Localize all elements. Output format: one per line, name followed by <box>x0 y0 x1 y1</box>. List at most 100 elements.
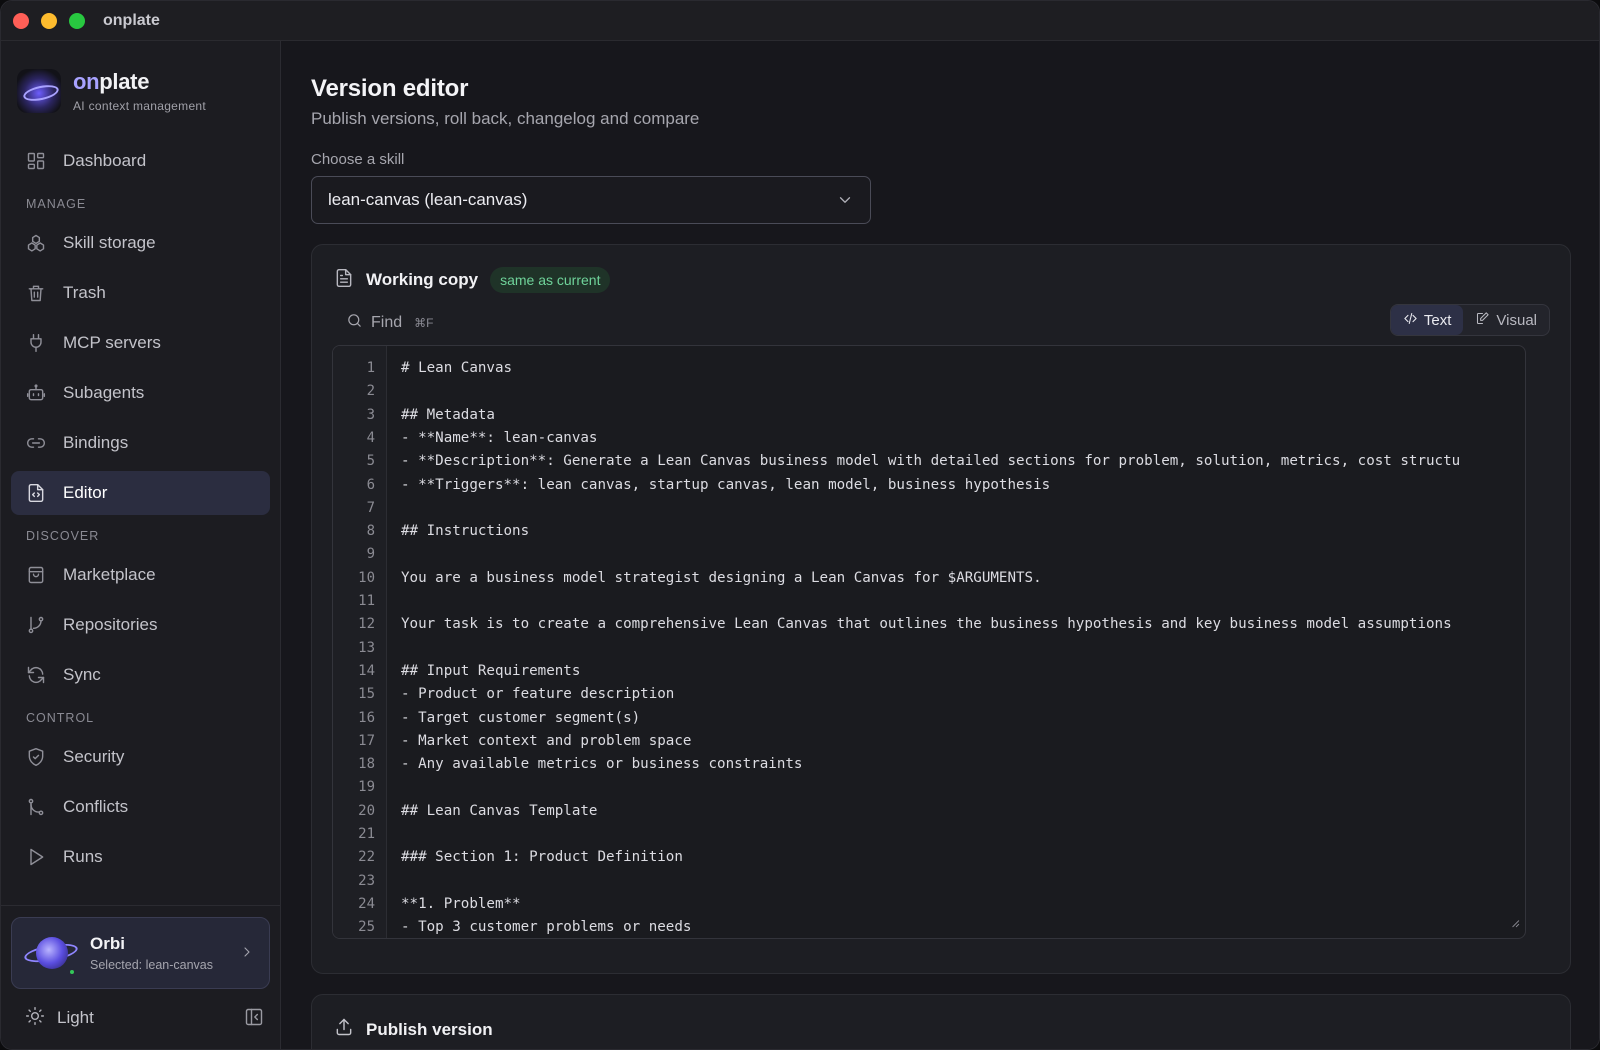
chevron-right-icon <box>239 944 255 965</box>
skill-select[interactable]: lean-canvas (lean-canvas) <box>311 176 871 224</box>
sidebar-item-conflicts[interactable]: Conflicts <box>11 785 270 829</box>
sidebar-item-label: Editor <box>63 483 108 502</box>
bot-icon <box>25 382 47 404</box>
code-line: **1. Problem** <box>401 895 521 912</box>
line-number: 19 <box>358 779 375 796</box>
onplate-logo-icon <box>17 69 61 113</box>
window-title: onplate <box>103 11 160 29</box>
sidebar-item-security[interactable]: Security <box>11 735 270 779</box>
dashboard-icon <box>25 150 47 172</box>
sidebar-divider <box>1 905 280 906</box>
close-window-button[interactable] <box>13 12 29 29</box>
sidebar-item-sync[interactable]: Sync <box>11 653 270 697</box>
line-number: 14 <box>358 662 375 679</box>
line-number: 2 <box>366 383 375 400</box>
working-copy-title: Working copy <box>366 270 479 289</box>
sidebar-item-runs[interactable]: Runs <box>11 835 270 879</box>
window-controls <box>13 12 85 29</box>
sidebar-item-editor[interactable]: Editor <box>11 471 270 515</box>
page-title: Version editor <box>311 75 469 102</box>
sidebar-item-label: Runs <box>63 847 103 866</box>
section-label-control: CONTROL <box>26 711 95 725</box>
line-number: 1 <box>366 360 375 376</box>
line-number: 15 <box>358 686 375 703</box>
line-number: 24 <box>358 895 375 912</box>
code-line: - **Description**: Generate a Lean Canva… <box>401 453 1461 470</box>
sidebar-item-label: Marketplace <box>63 565 156 584</box>
publish-version-title: Publish version <box>366 1019 493 1039</box>
sidebar-item-subagents[interactable]: Subagents <box>11 371 270 415</box>
theme-toggle[interactable]: Light <box>25 1001 264 1035</box>
sidebar-item-label: Security <box>63 747 125 766</box>
play-icon <box>25 846 47 868</box>
line-number: 20 <box>358 802 375 819</box>
working-copy-card: Working copy same as current Find ⌘F Tex… <box>311 244 1571 974</box>
link-icon <box>25 432 47 454</box>
code-line: - **Name**: lean-canvas <box>401 429 598 446</box>
sidebar: onplate AI context management Dashboard … <box>1 41 281 1049</box>
line-number: 22 <box>358 849 375 866</box>
line-number: 8 <box>366 523 375 540</box>
sidebar-item-mcp-servers[interactable]: MCP servers <box>11 321 270 365</box>
line-number: 4 <box>366 429 375 446</box>
brand-name-suffix: plate <box>99 69 150 94</box>
text-mode-label: Text <box>1423 311 1452 329</box>
skill-select-label: Choose a skill <box>311 151 405 168</box>
sidebar-item-bindings[interactable]: Bindings <box>11 421 270 465</box>
visual-mode-button[interactable]: Visual <box>1463 305 1549 335</box>
orbi-selected-skill: Selected: lean-canvas <box>90 958 213 972</box>
editor-mode-toggle: Text Visual <box>1389 304 1550 336</box>
main-content: Version editor Publish versions, roll ba… <box>281 41 1599 1049</box>
sidebar-item-marketplace[interactable]: Marketplace <box>11 553 270 597</box>
orbi-assistant-card[interactable]: Orbi Selected: lean-canvas <box>11 917 270 989</box>
edit-icon <box>1475 311 1490 330</box>
line-number: 7 <box>366 499 375 516</box>
line-number: 18 <box>358 756 375 773</box>
sidebar-item-label: Skill storage <box>63 233 156 252</box>
find-label: Find <box>371 314 403 331</box>
section-label-discover: DISCOVER <box>26 529 100 543</box>
sidebar-item-label: Conflicts <box>63 797 129 816</box>
find-shortcut: ⌘F <box>414 316 434 330</box>
status-badge: same as current <box>490 267 611 293</box>
title-bar: onplate <box>1 1 1599 41</box>
publish-version-header[interactable]: Publish version <box>334 1017 493 1042</box>
code-line: Your task is to create a comprehensive L… <box>401 616 1452 633</box>
code-editor[interactable]: 1 2 3 4 5 6 7 8 9 10 11 12 13 14 15 16 17 18 19 20 21 22 23 24 2… <box>332 345 1526 939</box>
line-number-gutter: 1 2 3 4 5 6 7 8 9 10 11 12 13 14 15 16 17 18 19 20 21 22 23 24 2… <box>333 346 387 938</box>
line-number: 21 <box>358 826 375 842</box>
code-line: # Lean Canvas <box>401 360 513 376</box>
code-line: ## Input Requirements <box>401 662 581 679</box>
text-mode-button[interactable]: Text <box>1390 305 1464 335</box>
sidebar-item-label: MCP servers <box>63 333 161 352</box>
code-icon <box>1403 311 1418 330</box>
sidebar-item-repositories[interactable]: Repositories <box>11 603 270 647</box>
sidebar-item-skill-storage[interactable]: Skill storage <box>11 221 270 265</box>
code-line: - Target customer segment(s) <box>401 709 641 726</box>
code-line: ## Metadata <box>401 406 495 423</box>
orbi-avatar <box>22 928 80 978</box>
sidebar-item-label: Subagents <box>63 383 145 402</box>
code-line: You are a business model strategist desi… <box>401 569 1042 586</box>
page-subtitle: Publish versions, roll back, changelog a… <box>311 109 700 128</box>
upload-icon <box>334 1017 354 1042</box>
minimize-window-button[interactable] <box>41 12 57 29</box>
line-number: 6 <box>366 476 375 493</box>
skill-select-value: lean-canvas (lean-canvas) <box>328 190 528 209</box>
brand-name: onplate <box>73 69 206 95</box>
collapse-sidebar-icon[interactable] <box>244 1007 264 1032</box>
code-line: - Product or feature description <box>401 686 675 703</box>
find-button[interactable]: Find ⌘F <box>346 311 433 335</box>
git-branch-icon <box>25 614 47 636</box>
line-number: 17 <box>358 732 375 749</box>
theme-label: Light <box>57 1008 94 1027</box>
sidebar-item-trash[interactable]: Trash <box>11 271 270 315</box>
line-number: 10 <box>358 569 375 586</box>
line-number: 16 <box>358 709 375 726</box>
line-number: 12 <box>358 616 375 633</box>
sidebar-item-label: Dashboard <box>63 151 147 170</box>
sidebar-item-dashboard[interactable]: Dashboard <box>11 139 270 183</box>
resize-handle-icon[interactable] <box>1507 915 1521 934</box>
maximize-window-button[interactable] <box>69 12 85 29</box>
code-line: - Top 3 customer problems or needs <box>401 919 692 936</box>
